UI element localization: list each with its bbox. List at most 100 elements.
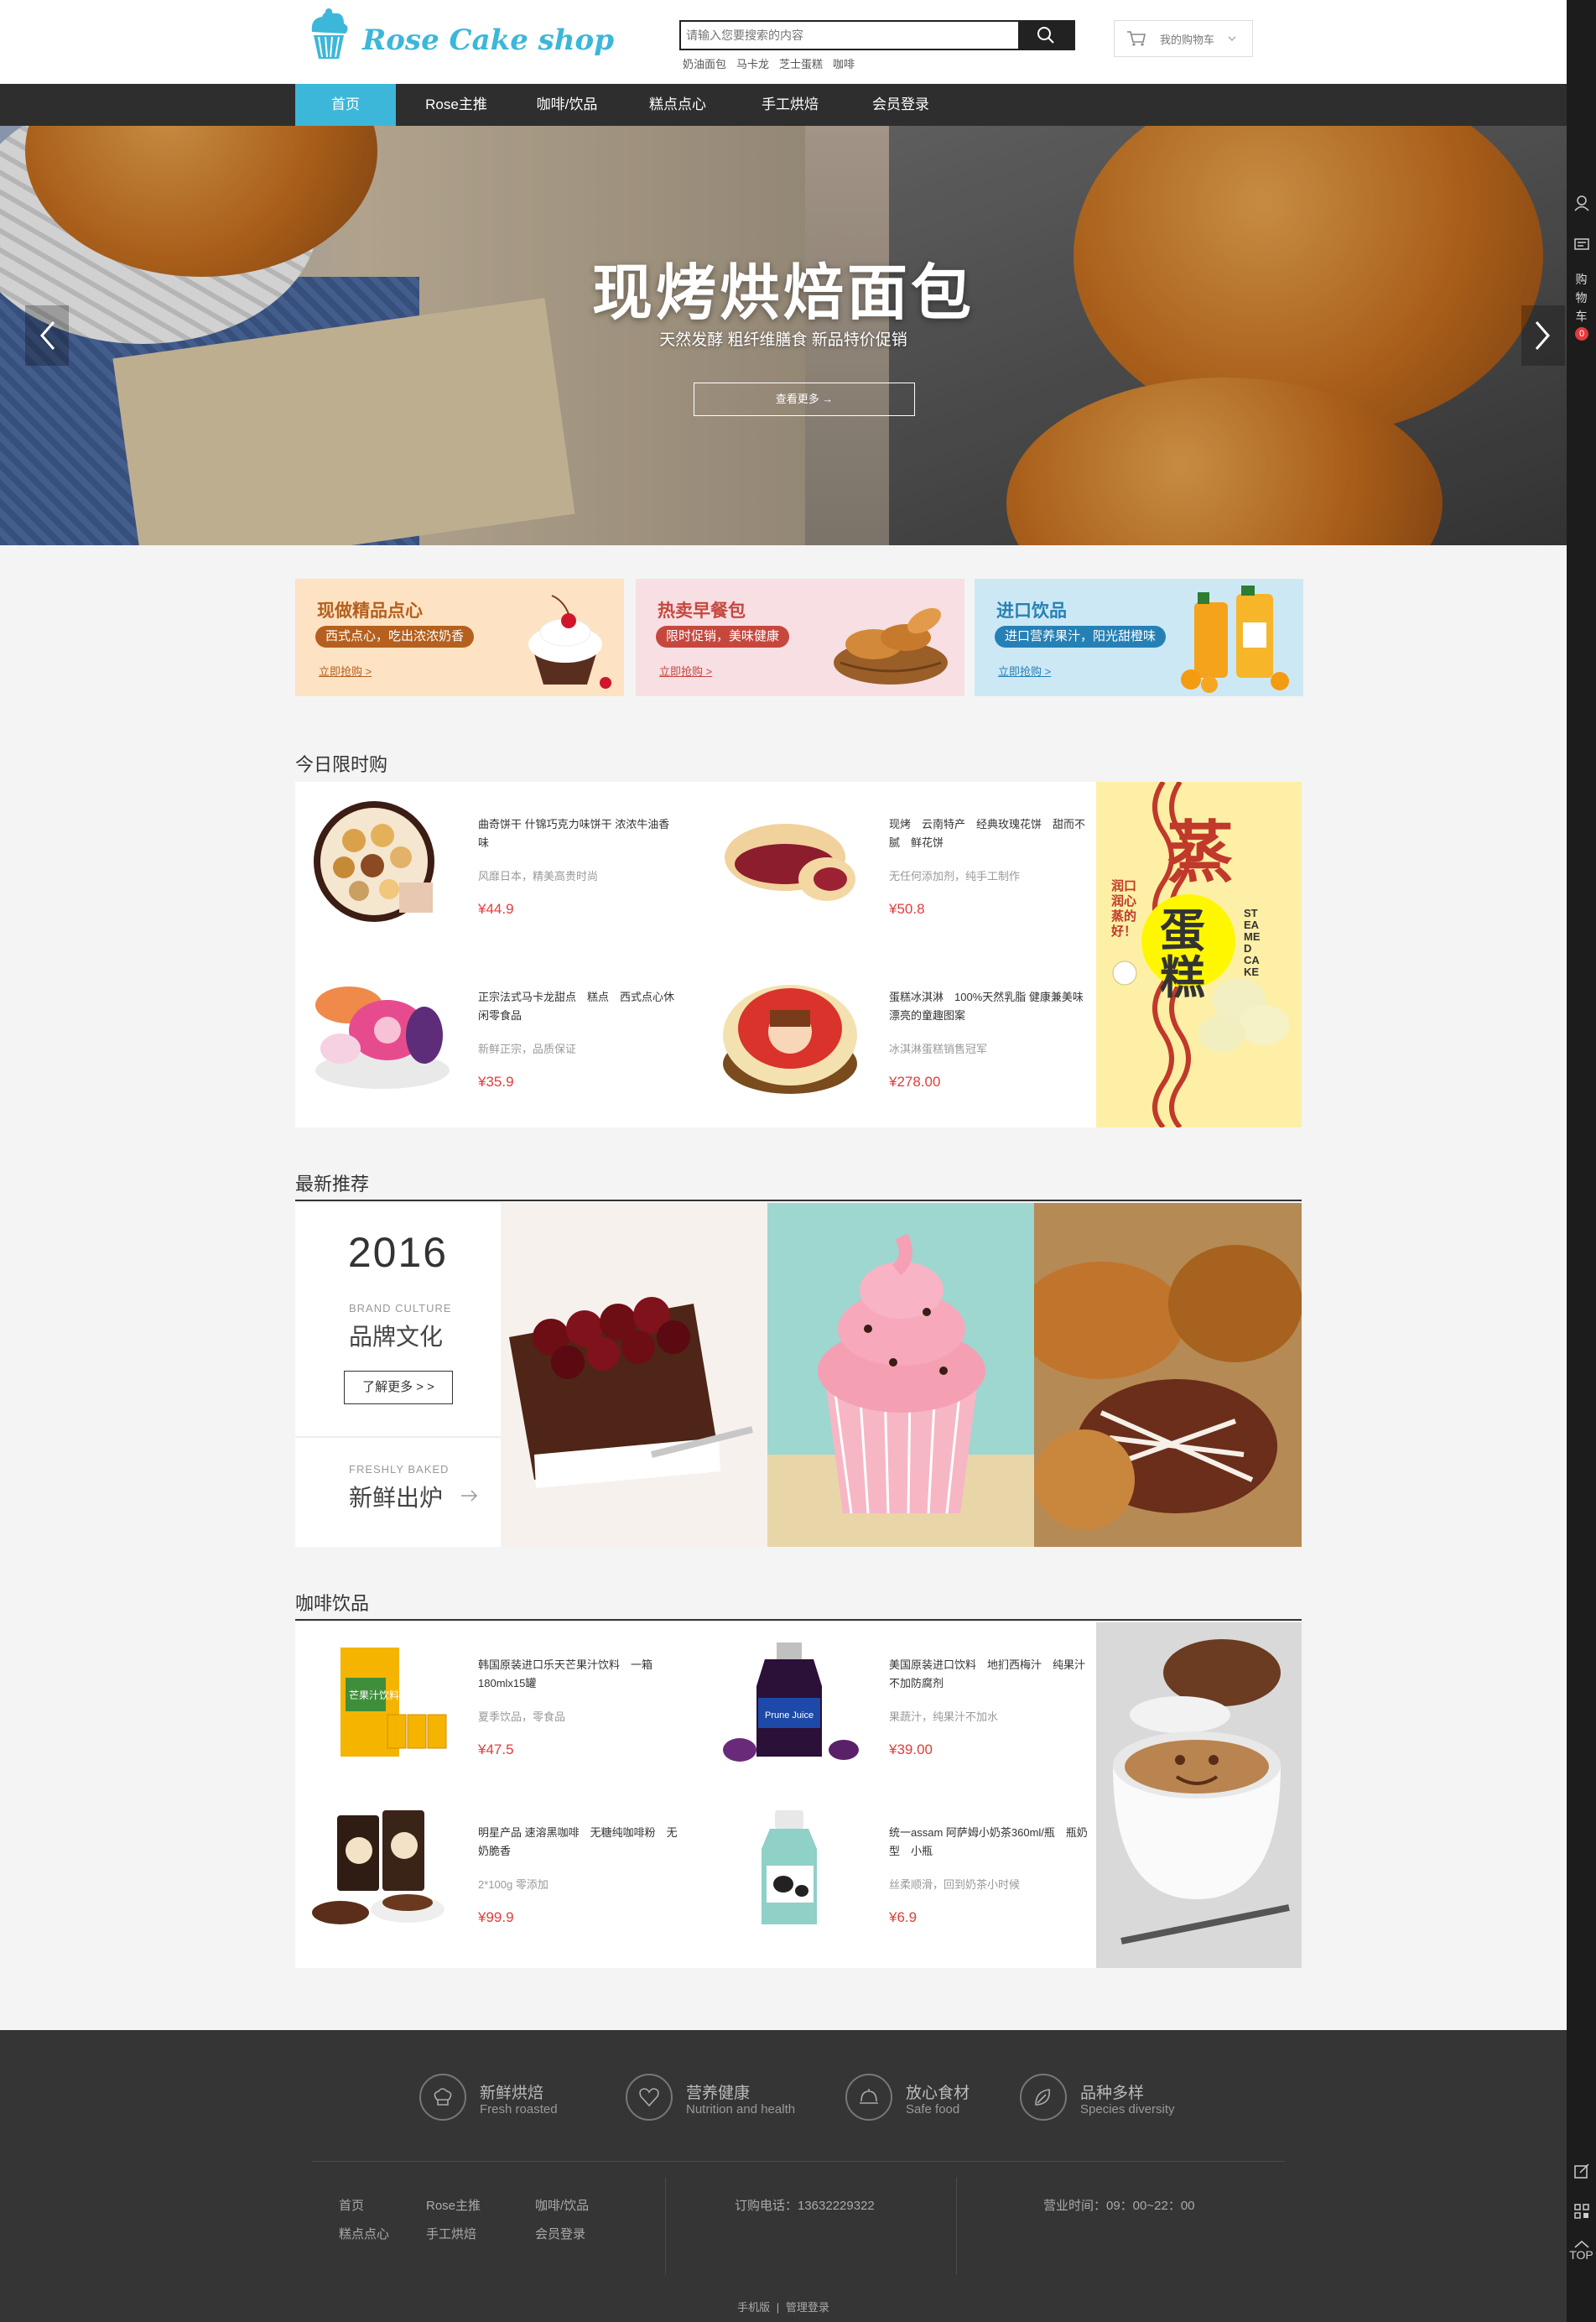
promo-link[interactable]: 立即抢购 > — [998, 663, 1051, 679]
footer-link-handmade[interactable]: 手工烘焙 — [426, 2225, 476, 2242]
footer-phone: 订购电话：13632229322 — [735, 2199, 875, 2213]
product-name[interactable]: 蛋糕冰淇淋 100%天然乳脂 健康兼美味漂亮的童趣图案 — [889, 988, 1090, 1025]
footer-hours: 营业时间：09：00~22：00 — [1043, 2199, 1195, 2213]
product-name[interactable]: 美国原装进口饮料 地扪西梅汁 纯果汁不加防腐剂 — [889, 1656, 1090, 1693]
product-card[interactable]: Prune Juice 美国原装进口饮料 地扪西梅汁 纯果汁不加防腐剂 果蔬汁，… — [706, 1622, 1117, 1773]
promo-tag: 西式点心，吃出浓浓奶香 — [315, 626, 475, 648]
logo[interactable]: Rose Cake shop — [304, 7, 614, 65]
product-card[interactable]: 现烤 云南特产 经典玫瑰花饼 甜而不腻 鲜花饼 无任何添加剂，纯手工制作 ¥50… — [706, 782, 1117, 933]
feedback-button[interactable] — [1567, 2163, 1596, 2179]
hot-word[interactable]: 马卡龙 — [736, 55, 769, 71]
user-button[interactable] — [1567, 195, 1596, 211]
nav-item-pastry[interactable]: 糕点点心 — [626, 84, 730, 126]
steamed-cake-ad[interactable]: 蒸 蛋糕 润口润心 蒸的好！ STEAMED CAKE — [1096, 782, 1302, 1127]
sidebar-cart-label-char: 车 — [1575, 310, 1588, 323]
product-price: ¥44.9 — [478, 901, 514, 917]
product-price: ¥99.9 — [478, 1909, 514, 1925]
top-label: TOP — [1569, 2248, 1593, 2262]
banner-prev-button[interactable] — [25, 305, 69, 366]
product-card[interactable]: 芒果汁饮料 韩国原装进口乐天芒果汁饮料 一箱180mlx15罐 夏季饮品，零食品… — [295, 1622, 706, 1773]
nav-item-rose-recommend[interactable]: Rose主推 — [404, 84, 508, 126]
pastries-image[interactable] — [1034, 1203, 1302, 1547]
banner-more-button[interactable]: 查看更多 → — [694, 383, 915, 416]
nav-item-handmade[interactable]: 手工烘焙 — [738, 84, 842, 126]
coffee-panel: 芒果汁饮料 韩国原装进口乐天芒果汁饮料 一箱180mlx15罐 夏季饮品，零食品… — [295, 1622, 1302, 1968]
cherry-cake-image[interactable] — [501, 1203, 767, 1547]
fresh-cn[interactable]: 新鲜出炉 — [349, 1480, 443, 1513]
product-card[interactable]: 正宗法式马卡龙甜点 糕点 西式点心休闲零食品 新鲜正宗，品质保证 ¥35.9 — [295, 955, 706, 1106]
product-desc: 新鲜正宗，品质保证 — [478, 1043, 577, 1055]
footer-link-login[interactable]: 会员登录 — [535, 2225, 585, 2242]
product-name[interactable]: 现烤 云南特产 经典玫瑰花饼 甜而不腻 鲜花饼 — [889, 815, 1090, 852]
divider — [295, 1436, 501, 1438]
ad-cake-chars: 蛋糕 — [1160, 906, 1205, 1003]
prune-label: Prune Juice — [765, 1710, 814, 1721]
promo-link[interactable]: 立即抢购 > — [659, 663, 712, 679]
arrow-up-icon — [1574, 2241, 1588, 2248]
chevron-left-icon — [40, 321, 55, 350]
footer-link-home[interactable]: 首页 — [339, 2196, 364, 2214]
product-desc: 果蔬汁，纯果汁不加水 — [889, 1710, 999, 1723]
cart-button[interactable]: 我的购物车 — [1114, 20, 1253, 57]
product-card[interactable]: 统一assam 阿萨姆小奶茶360ml/瓶 瓶奶型 小瓶 丝柔顺滑，回到奶茶小时… — [706, 1790, 1117, 1941]
footer-link-rose[interactable]: Rose主推 — [426, 2196, 481, 2214]
banner-next-button[interactable] — [1521, 305, 1565, 366]
qrcode-button[interactable] — [1567, 2203, 1596, 2220]
qrcode-icon — [1573, 2204, 1589, 2219]
edit-icon — [1573, 2163, 1589, 2179]
hot-word[interactable]: 芝士蛋糕 — [779, 55, 823, 71]
product-price: ¥47.5 — [478, 1742, 514, 1757]
hot-word[interactable]: 咖啡 — [833, 55, 855, 71]
year-text: 2016 — [347, 1229, 449, 1276]
product-name[interactable]: 正宗法式马卡龙甜点 糕点 西式点心休闲零食品 — [478, 988, 679, 1025]
promo-card-pastry[interactable]: 现做精品点心 西式点心，吃出浓浓奶香 立即抢购 > — [295, 579, 624, 696]
product-card[interactable]: 曲奇饼干 什锦巧克力味饼干 浓浓牛油香味 风靡日本，精美高贵时尚 ¥44.9 — [295, 782, 706, 933]
footer-link-pastry[interactable]: 糕点点心 — [339, 2225, 389, 2242]
product-price: ¥39.00 — [889, 1742, 933, 1757]
messages-button[interactable] — [1567, 237, 1596, 253]
cart-count-badge: 0 — [1575, 327, 1588, 341]
nav-item-home[interactable]: 首页 — [295, 84, 396, 126]
promo-link[interactable]: 立即抢购 > — [319, 663, 372, 679]
nav-item-login[interactable]: 会员登录 — [849, 84, 953, 126]
cupcake-image[interactable] — [767, 1203, 1034, 1547]
separator: | — [776, 2301, 780, 2314]
sidebar-cart[interactable]: 购 物 车 — [1567, 270, 1596, 325]
arrow-right-icon[interactable] — [460, 1488, 480, 1503]
admin-login-link[interactable]: 管理登录 — [786, 2301, 829, 2314]
search-input[interactable] — [681, 22, 1021, 49]
promo-tag: 限时促销，美味健康 — [656, 626, 790, 648]
search-button[interactable] — [1018, 22, 1074, 49]
product-price: ¥278.00 — [889, 1074, 941, 1090]
mobile-link[interactable]: 手机版 — [737, 2301, 770, 2314]
promo-card-drinks[interactable]: 进口饮品 进口营养果汁，阳光甜橙味 立即抢购 > — [975, 579, 1303, 696]
promo-card-breakfast[interactable]: 热卖早餐包 限时促销，美味健康 立即抢购 > — [636, 579, 964, 696]
footer-link-coffee[interactable]: 咖啡/饮品 — [535, 2196, 589, 2214]
product-name[interactable]: 曲奇饼干 什锦巧克力味饼干 浓浓牛油香味 — [478, 815, 679, 852]
product-price: ¥50.8 — [889, 901, 925, 917]
product-desc: 夏季饮品，零食品 — [478, 1710, 566, 1723]
back-to-top-button[interactable]: TOP — [1567, 2240, 1596, 2262]
feature-title: 放心食材 — [906, 2085, 970, 2102]
section-title-recommend: 最新推荐 — [295, 1174, 370, 1195]
product-desc: 2*100g 零添加 — [478, 1878, 548, 1891]
juice-label: 芒果汁饮料 — [349, 1689, 399, 1701]
product-name[interactable]: 明星产品 速溶黑咖啡 无糖纯咖啡粉 无奶脆香 — [478, 1824, 679, 1861]
cloche-icon — [845, 2074, 892, 2121]
search-icon — [1037, 27, 1054, 44]
feature-title: 品种多样 — [1080, 2085, 1145, 2102]
product-card[interactable]: 蛋糕冰淇淋 100%天然乳脂 健康兼美味漂亮的童趣图案 冰淇淋蛋糕销售冠军 ¥2… — [706, 955, 1117, 1106]
learn-more-button[interactable]: 了解更多 > > — [344, 1371, 453, 1404]
cart-label: 我的购物车 — [1160, 33, 1215, 46]
product-name[interactable]: 韩国原装进口乐天芒果汁饮料 一箱180mlx15罐 — [478, 1656, 679, 1693]
mango-juice-image: 芒果汁饮料 — [341, 1648, 447, 1757]
product-name[interactable]: 统一assam 阿萨姆小奶茶360ml/瓶 瓶奶型 小瓶 — [889, 1824, 1090, 1861]
hot-word[interactable]: 奶油面包 — [683, 55, 726, 71]
latte-art-image[interactable] — [1096, 1622, 1302, 1968]
macaron-image — [315, 987, 450, 1089]
product-card[interactable]: 明星产品 速溶黑咖啡 无糖纯咖啡粉 无奶脆香 2*100g 零添加 ¥99.9 — [295, 1790, 706, 1941]
chevron-right-icon — [1535, 321, 1550, 350]
promo-title: 现做精品点心 — [317, 601, 423, 621]
nav-item-coffee[interactable]: 咖啡/饮品 — [515, 84, 619, 126]
main-nav: 首页 Rose主推 咖啡/饮品 糕点点心 手工烘焙 会员登录 — [0, 84, 1567, 126]
